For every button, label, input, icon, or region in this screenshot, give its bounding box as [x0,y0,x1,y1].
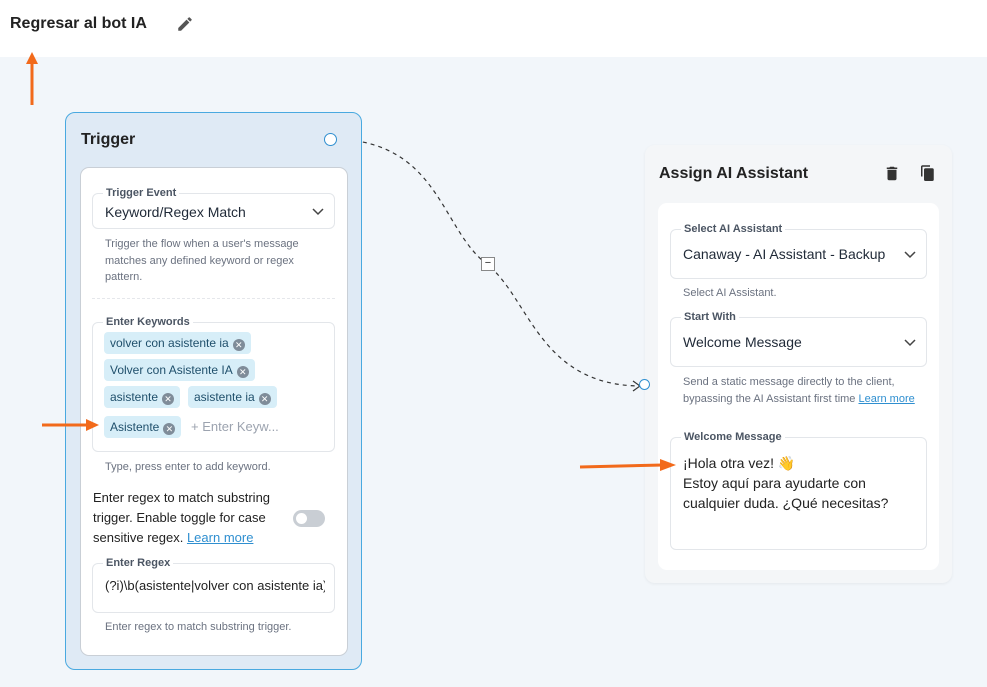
remove-chip-icon[interactable]: ✕ [236,366,249,378]
keyword-chip: asistente ia ✕ [188,386,277,408]
ai-assistant-select[interactable]: Select AI Assistant Canaway - AI Assista… [670,223,927,279]
start-with-select[interactable]: Start With Welcome Message [670,311,927,367]
trigger-node[interactable]: Trigger Trigger Event Keyword/Regex Matc… [65,112,362,670]
keyword-chip: asistente ✕ [104,386,181,408]
trigger-event-value: Keyword/Regex Match [105,204,246,220]
case-sensitive-toggle[interactable] [293,510,325,527]
assign-config-panel: Select AI Assistant Canaway - AI Assista… [658,203,939,570]
regex-help: Enter regex to match substring trigger. [105,621,292,633]
back-to-bot-link[interactable]: Regresar al bot IA [10,15,147,33]
pencil-icon[interactable] [176,15,194,33]
learn-more-link[interactable]: Learn more [858,393,914,405]
assign-node-title: Assign AI Assistant [659,165,809,182]
ai-assistant-value: Canaway - AI Assistant - Backup [683,246,886,262]
trigger-node-title: Trigger [81,131,136,148]
trigger-output-handle[interactable] [324,133,337,146]
keyword-chip-label: asistente [110,390,159,404]
keyword-chip: Asistente ✕ [104,416,182,438]
chevron-down-icon [904,339,916,347]
chevron-down-icon [312,208,324,216]
welcome-message-line: cualquier duda. ¿Qué necesitas? [683,495,889,511]
start-with-value: Welcome Message [683,334,802,350]
remove-connection-button[interactable]: − [481,257,495,271]
assign-input-handle[interactable] [639,379,650,390]
chevron-down-icon [904,251,916,259]
toggle-knob [296,513,307,524]
ai-assistant-label: Select AI Assistant [681,223,786,235]
regex-value: (?i)\b(asistente|volver con asistente ia… [105,578,325,593]
top-bar: Regresar al bot IA [0,0,987,57]
regex-input[interactable]: Enter Regex (?i)\b(asistente|volver con … [92,557,335,613]
keyword-chip: Volver con Asistente IA ✕ [104,359,255,381]
keyword-chip-label: Asistente [110,420,160,434]
remove-chip-icon[interactable]: ✕ [163,423,176,435]
welcome-message-text: ¡Hola otra vez! 👋 Estoy aquí para ayudar… [683,453,913,513]
keyword-chip-label: Volver con Asistente IA [110,363,233,377]
trash-icon[interactable] [883,164,901,183]
regex-toggle-description: Enter regex to match substring trigger. … [93,488,293,548]
welcome-message-line: ¡Hola otra vez! 👋 [683,455,796,471]
regex-label: Enter Regex [103,557,174,569]
learn-more-link[interactable]: Learn more [187,530,253,545]
keyword-chip-label: asistente ia [194,390,255,404]
keywords-input[interactable]: Enter Keywords volver con asistente ia ✕ … [92,316,335,452]
keywords-label: Enter Keywords [103,316,193,328]
remove-chip-icon[interactable]: ✕ [162,393,175,405]
welcome-message-line: Estoy aquí para ayudarte con [683,475,866,491]
ai-assistant-help: Select AI Assistant. [683,287,777,299]
start-with-label: Start With [681,311,739,323]
trigger-config-panel: Trigger Event Keyword/Regex Match Trigge… [80,167,348,656]
remove-connection-label: − [484,257,492,269]
trigger-event-select[interactable]: Trigger Event Keyword/Regex Match [92,187,335,229]
assign-ai-assistant-node[interactable]: Assign AI Assistant Select AI Assistant … [639,145,952,583]
remove-chip-icon[interactable]: ✕ [232,339,245,351]
trigger-event-help: Trigger the flow when a user's message m… [105,238,299,283]
copy-icon[interactable] [918,164,936,183]
keyword-entry-placeholder[interactable]: + Enter Keyw... [191,419,279,434]
remove-chip-icon[interactable]: ✕ [258,393,271,405]
welcome-message-label: Welcome Message [681,431,785,443]
keyword-chip-label: volver con asistente ia [110,336,229,350]
start-with-help: Send a static message directly to the cl… [683,374,918,407]
section-divider [92,298,335,299]
welcome-message-textarea[interactable]: Welcome Message ¡Hola otra vez! 👋 Estoy … [670,431,927,550]
keywords-help: Type, press enter to add keyword. [105,461,271,473]
keyword-chip: volver con asistente ia ✕ [104,332,251,354]
trigger-event-label: Trigger Event [103,187,180,199]
